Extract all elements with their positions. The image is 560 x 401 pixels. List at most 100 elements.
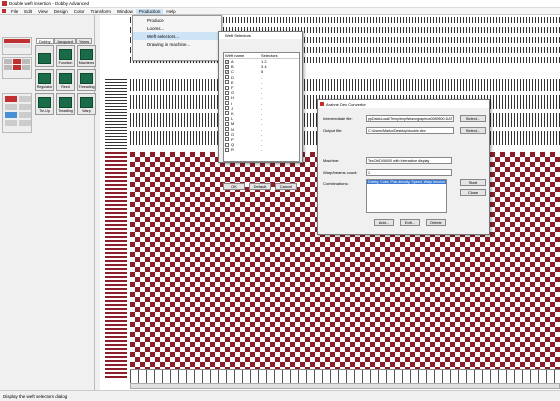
tab-dobby[interactable]: Dobby	[36, 38, 54, 44]
output-file-label: Output file:	[323, 128, 343, 133]
weft-dialog-title: Weft Selectors	[219, 32, 302, 39]
threading-block-1	[130, 79, 560, 91]
menu-window[interactable]: Window	[114, 9, 136, 14]
reed-icon	[59, 73, 72, 84]
menu-item-produce[interactable]: Produce	[133, 16, 221, 24]
weft-checkbox[interactable]	[225, 101, 229, 106]
menu-item-looms[interactable]: Looms...	[133, 24, 221, 32]
ok-button[interactable]: OK	[223, 183, 245, 190]
weft-checkbox[interactable]	[225, 142, 229, 147]
weft-checkbox[interactable]	[225, 132, 229, 137]
weft-row[interactable]: R-	[224, 147, 299, 152]
weft-checkbox[interactable]	[225, 111, 229, 116]
weft-table[interactable]: Weft name Selectors ✓ A 1 2 ✓ B 3 4 ✓ C 5 D - E - F - G…	[223, 52, 300, 162]
menu-help[interactable]: Help	[163, 9, 178, 14]
window-title: Double weft insertion - Dobby Advanced	[9, 1, 90, 6]
toolbox-tabs: Dobby Jacquard Yarns	[36, 38, 93, 44]
toolbox: Dobby Jacquard Yarns Function Machines R…	[0, 15, 96, 390]
menu-production[interactable]: Production	[135, 8, 164, 14]
tool-panel-b[interactable]	[2, 93, 32, 133]
tool-regulator-button[interactable]: Regulator	[35, 69, 54, 91]
design-icon	[38, 53, 51, 64]
converter-title: Arahne Dex Convertor	[326, 101, 366, 107]
add-button[interactable]: Add...	[374, 219, 394, 226]
weft-rows: ✓ A 1 2 ✓ B 3 4 ✓ C 5 D - E - F - G - H - I - J - K - L - M - N - O - P - Q…	[224, 59, 299, 152]
machine-select[interactable]: TexCtrlDX6000 with Interactive display	[366, 157, 452, 164]
weft-checkbox[interactable]	[225, 75, 229, 80]
default-button[interactable]: Default	[249, 183, 271, 190]
intermediate-file-label: Intermediate file:	[323, 116, 353, 121]
tool-function-button[interactable]: Function	[56, 45, 75, 67]
converter-dialog: Arahne Dex Convertor Intermediate file: …	[317, 99, 490, 235]
weft-checkbox[interactable]	[225, 80, 229, 85]
tab-yarns[interactable]: Yarns	[76, 38, 93, 44]
menu-edit[interactable]: Edit	[21, 9, 35, 14]
weft-dialog-buttons: OK Default Cancel	[223, 183, 297, 190]
document-icon[interactable]	[2, 9, 6, 13]
treadling-column	[105, 152, 127, 378]
warp-beams-label: Warp/beams count:	[323, 170, 358, 175]
app-icon	[2, 1, 7, 6]
tool-reed-button[interactable]: Reed	[56, 69, 75, 91]
weft-checkbox[interactable]	[225, 137, 229, 142]
weft-checkbox[interactable]	[225, 127, 229, 132]
start-button[interactable]: Start	[460, 179, 486, 186]
weft-checkbox[interactable]: ✓	[225, 69, 229, 74]
delete-button[interactable]: Delete	[426, 219, 446, 226]
machine-label: Machine:	[323, 158, 340, 163]
close-button[interactable]: Close	[460, 189, 486, 196]
weft-checkbox[interactable]	[225, 147, 229, 152]
col-weft-name: Weft name	[225, 53, 245, 58]
weft-checkbox[interactable]: ✓	[225, 59, 229, 64]
tool-tieup-button[interactable]: Tie-Up	[35, 93, 54, 115]
weft-checkbox[interactable]	[225, 121, 229, 126]
col-selectors: Selectors	[261, 53, 278, 58]
output-select-button[interactable]: Select...	[460, 127, 486, 134]
status-text: Display the weft selectors dialog	[3, 393, 68, 399]
menu-file[interactable]: File	[8, 9, 21, 14]
tool-grid: Function Machines Regulator Reed Threadi…	[35, 45, 96, 115]
output-file-field[interactable]: C:\Users\Marko\Desktop\double.dex	[366, 127, 454, 134]
intermediate-select-button[interactable]: Select...	[460, 115, 486, 122]
weft-checkbox[interactable]	[225, 85, 229, 90]
menu-bar: File Edit View Design Color Transform Wi…	[0, 8, 560, 15]
regulator-icon	[38, 73, 51, 84]
tool-treadling-button[interactable]: Treadling	[56, 93, 75, 115]
color-panel[interactable]	[2, 37, 32, 55]
machines-icon	[80, 49, 93, 60]
tool-panel-a[interactable]	[2, 57, 32, 79]
weft-selectors-dialog: Weft Selectors Weft name Selectors ✓ A 1 2…	[218, 31, 303, 190]
weft-checkbox[interactable]	[225, 116, 229, 121]
weft-checkbox[interactable]	[225, 106, 229, 111]
title-bar: Double weft insertion - Dobby Advanced	[0, 0, 560, 8]
weft-checkbox[interactable]: ✓	[225, 64, 229, 69]
menu-item-weft-selectors[interactable]: Weft selectors...	[133, 32, 221, 40]
menu-item-drawing-in-machine[interactable]: Drawing in machine...	[133, 40, 221, 48]
menu-view[interactable]: View	[35, 9, 51, 14]
tool-machines-button[interactable]: Machines	[77, 45, 96, 67]
warp-icon	[80, 97, 93, 108]
tool-warp-button[interactable]: Warp	[77, 93, 96, 115]
warp-beams-select[interactable]: 1	[366, 169, 452, 176]
combinations-list[interactable]: Dobby, Color, Pick density, Speed, Warp …	[366, 179, 447, 213]
tieup-panel	[105, 79, 127, 149]
menu-transform[interactable]: Transform	[88, 9, 114, 14]
cancel-button[interactable]: Cancel	[275, 183, 297, 190]
tab-jacquard[interactable]: Jacquard	[53, 38, 77, 44]
menu-color[interactable]: Color	[71, 9, 88, 14]
tieup-icon	[38, 97, 51, 108]
tool-threading-button[interactable]: Threading	[77, 69, 96, 91]
horizontal-scrollbar[interactable]	[130, 383, 560, 389]
combinations-label: Combinations:	[323, 181, 349, 186]
converter-title-bar: Arahne Dex Convertor	[318, 100, 489, 108]
edit-button[interactable]: Edit...	[400, 219, 420, 226]
intermediate-file-field[interactable]: ppData\Local\Temp\tmpWeavegraphics008950…	[366, 115, 454, 122]
converter-app-icon	[320, 102, 324, 106]
weft-name: R	[231, 147, 234, 153]
weft-checkbox[interactable]	[225, 90, 229, 95]
status-bar: Display the weft selectors dialog	[0, 390, 560, 401]
combination-item-selected[interactable]: Dobby, Color, Pick density, Speed, Warp …	[367, 180, 446, 184]
menu-design[interactable]: Design	[51, 9, 71, 14]
weft-checkbox[interactable]	[225, 95, 229, 100]
tool-design-button[interactable]	[35, 45, 54, 67]
